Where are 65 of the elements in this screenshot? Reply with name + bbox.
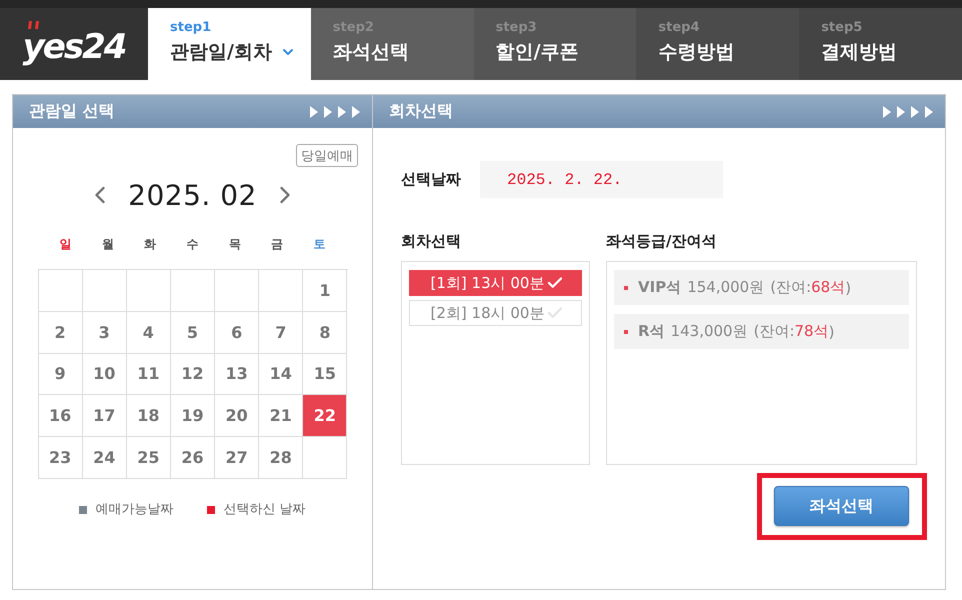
calendar-day[interactable]: 17	[82, 395, 127, 438]
step-tab[interactable]: step5 결제방법	[799, 8, 962, 80]
calendar-day[interactable]: 7	[259, 312, 304, 354]
calendar-day[interactable]: 3	[82, 312, 127, 354]
date-label: 선택날짜	[401, 170, 462, 189]
weekday-label: 토	[312, 236, 326, 252]
weekday-label: 수	[185, 236, 200, 252]
seat-price: 143,000원	[670, 322, 748, 341]
calendar-day[interactable]: 1	[303, 270, 348, 312]
calendar-day[interactable]: 15	[303, 354, 348, 396]
calendar-day[interactable]: 19	[170, 395, 216, 438]
step-tab[interactable]: step1 관람일/회차	[148, 8, 311, 80]
logo-wordmark[interactable]: yes24	[22, 27, 126, 67]
calendar-day[interactable]: 27	[215, 437, 260, 479]
section-heading: 좌석등급/잔여석	[606, 232, 718, 250]
month-title: 2025. 02	[128, 178, 257, 212]
section-heading: 회차선택	[401, 232, 462, 250]
session-option[interactable]: [1회] 13시 00분	[409, 270, 582, 296]
calendar-day[interactable]: 26	[170, 437, 216, 479]
panel-title: 관람일 선택	[29, 101, 115, 122]
calendar-day[interactable]: 11	[126, 354, 171, 396]
calendar-day[interactable]: 8	[303, 312, 348, 354]
weekday-label: 화	[143, 236, 158, 252]
seat-grade-name: VIP석	[638, 278, 682, 297]
remaining-label: (잔여:	[770, 278, 812, 297]
calendar-day[interactable]: 9	[38, 354, 83, 396]
weekday-label: 목	[228, 236, 242, 252]
selected-date-field: 2025. 2. 22.	[480, 161, 723, 198]
calendar-day[interactable]: 16	[38, 395, 83, 438]
calendar-day[interactable]: 21	[259, 395, 304, 438]
legend-label: 선택하신 날짜	[223, 502, 306, 518]
seat-price: 154,000원	[687, 278, 764, 297]
calendar-day[interactable]: 24	[82, 437, 127, 479]
bullet-icon	[624, 330, 628, 334]
bullet-icon	[624, 286, 628, 290]
calendar-day[interactable]: 4	[126, 312, 171, 354]
closing-parenthesis: )	[828, 322, 834, 340]
calendar-day[interactable]: 25	[126, 437, 171, 479]
calendar-day[interactable]: 22	[303, 395, 348, 438]
weekday-label: 월	[100, 236, 115, 252]
step-tab[interactable]: step4 수령방법	[636, 8, 800, 80]
calendar-day[interactable]: 5	[170, 312, 216, 354]
remaining-label: (잔여:	[754, 322, 794, 341]
calendar-day[interactable]: 10	[82, 354, 127, 396]
calendar-day[interactable]: 12	[170, 354, 216, 396]
session-option[interactable]: [2회] 18시 00분	[409, 300, 582, 326]
weekday-label: 금	[270, 236, 284, 252]
legend-label: 예매가능날짜	[95, 502, 174, 518]
calendar-day[interactable]: 6	[215, 312, 260, 354]
seat-selection-button[interactable]: 좌석선택	[774, 486, 909, 526]
closing-parenthesis: )	[845, 278, 852, 296]
seat-grade-name: R석	[638, 322, 665, 341]
calendar-day[interactable]: 14	[259, 354, 304, 396]
remaining-count: 68석	[811, 278, 846, 297]
today-booking-button[interactable]: 당일예매	[296, 144, 358, 167]
calendar-day[interactable]: 13	[215, 354, 260, 396]
calendar-day[interactable]: 20	[215, 395, 260, 438]
calendar-day[interactable]: 23	[38, 437, 83, 479]
calendar-day[interactable]: 28	[259, 437, 304, 479]
weekday-label: 일	[58, 236, 73, 252]
calendar-day[interactable]: 2	[38, 312, 83, 354]
calendar-day[interactable]: 18	[126, 395, 171, 438]
accent-marks-icon	[28, 21, 40, 29]
remaining-count: 78석	[794, 322, 829, 341]
panel-title: 회차선택	[389, 101, 453, 122]
